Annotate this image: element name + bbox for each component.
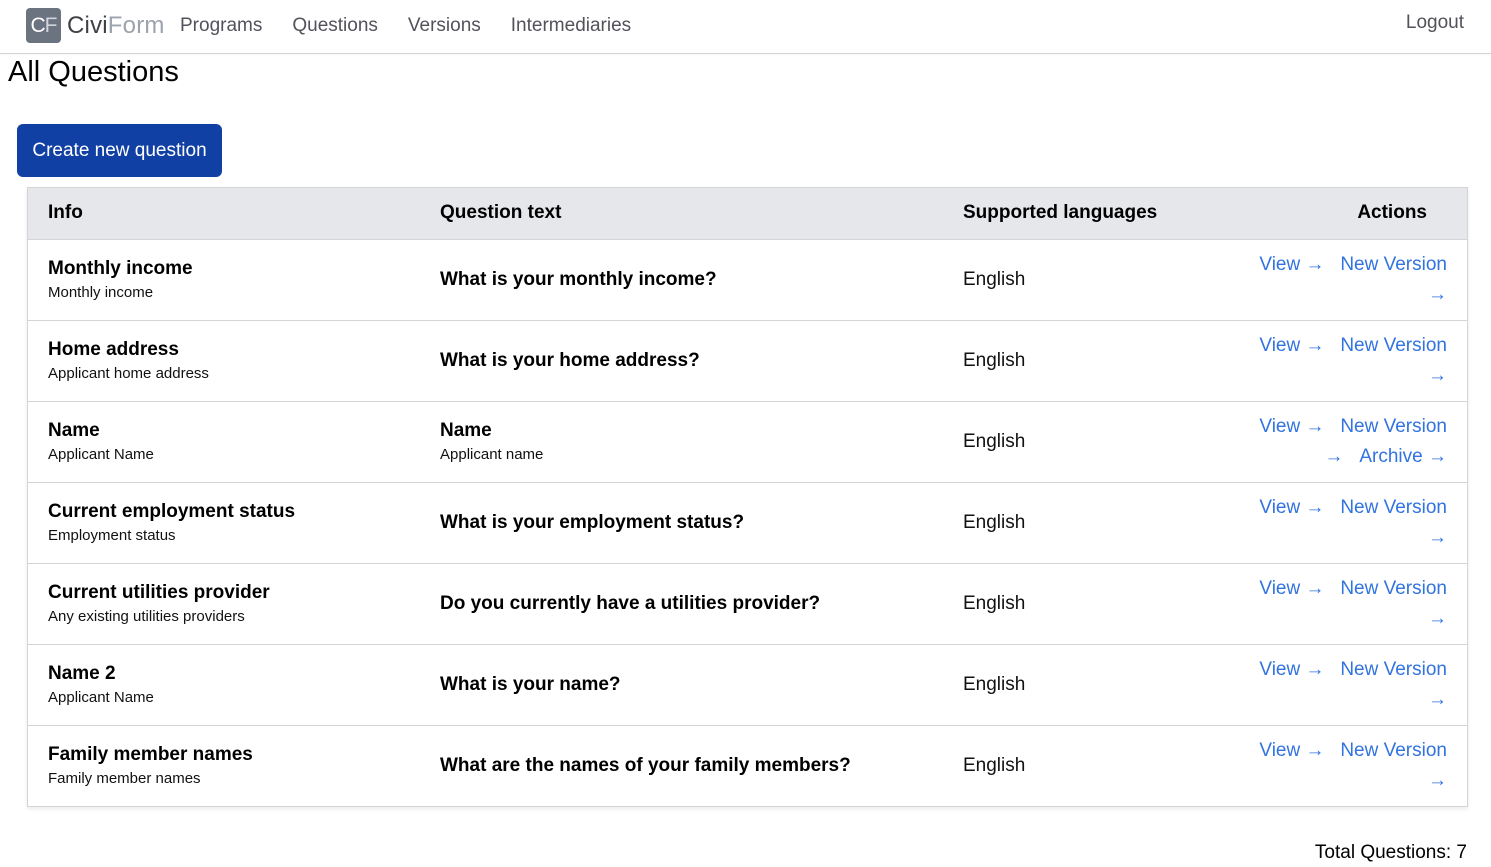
question-text-cell: What is your employment status? xyxy=(420,482,943,563)
info-cell: Current employment status Employment stat… xyxy=(28,482,420,563)
info-cell: Name Applicant Name xyxy=(28,401,420,482)
languages-cell: English xyxy=(943,401,1228,482)
table-header-row: Info Question text Supported languages A… xyxy=(28,188,1467,239)
info-cell: Monthly income Monthly income xyxy=(28,239,420,320)
question-text-cell: What are the names of your family member… xyxy=(420,725,943,806)
logo-text: CiviForm xyxy=(67,11,165,39)
question-name: Family member names xyxy=(48,744,253,766)
archive-link[interactable]: Archive → xyxy=(1359,446,1447,467)
table-row: Home address Applicant home address What i… xyxy=(28,320,1467,401)
nav-versions[interactable]: Versions xyxy=(408,15,481,37)
info-cell: Home address Applicant home address xyxy=(28,320,420,401)
table-row: Current employment status Employment stat… xyxy=(28,482,1467,563)
question-description: Employment status xyxy=(48,527,176,544)
question-text: What is your monthly income? xyxy=(440,268,717,290)
total-questions: Total Questions: 7 xyxy=(1314,842,1467,863)
question-name: Name 2 xyxy=(48,663,116,684)
actions-cell: View → New Version → xyxy=(1228,563,1467,644)
questions-table: Info Question text Supported languages A… xyxy=(27,187,1468,807)
question-text-cell: Name Applicant name xyxy=(420,401,943,482)
question-text: Do you currently have a utilities provid… xyxy=(440,592,821,614)
info-cell: Name 2 Applicant Name xyxy=(28,644,420,725)
question-text: What is your name? xyxy=(440,673,621,695)
supported-languages: English xyxy=(963,592,1026,614)
question-description: Any existing utilities providers xyxy=(48,608,245,625)
table-row: Name 2 Applicant Name What is your name? En… xyxy=(28,644,1467,725)
view-link[interactable]: View → xyxy=(1259,740,1324,761)
question-help-text: Applicant name xyxy=(440,446,544,463)
new-version-link[interactable]: New Version → xyxy=(1340,659,1447,710)
new-version-link[interactable]: New Version → xyxy=(1340,740,1447,791)
new-version-link[interactable]: New Version → xyxy=(1340,497,1447,548)
question-name: Current employment status xyxy=(48,501,296,522)
create-question-button[interactable]: Create new question xyxy=(17,124,222,177)
supported-languages: English xyxy=(963,268,1026,290)
languages-cell: English xyxy=(943,644,1228,725)
question-text-cell: Do you currently have a utilities provid… xyxy=(420,563,943,644)
table-row: Name Applicant Name Name Applicant name Engl… xyxy=(28,401,1467,482)
nav-intermediaries[interactable]: Intermediaries xyxy=(511,15,631,37)
header-actions: Actions xyxy=(1357,202,1427,224)
supported-languages: English xyxy=(963,511,1026,533)
table-row: Monthly income Monthly income What is your… xyxy=(28,239,1467,320)
header-supported-languages: Supported languages xyxy=(963,202,1158,224)
view-link[interactable]: View → xyxy=(1259,578,1324,599)
question-text-cell: What is your home address? xyxy=(420,320,943,401)
question-description: Applicant Name xyxy=(48,689,154,706)
page-title: All Questions xyxy=(8,56,179,88)
supported-languages: English xyxy=(963,349,1026,371)
question-text: Name xyxy=(440,420,492,441)
question-description: Applicant Name xyxy=(48,446,154,463)
question-name: Current utilities provider xyxy=(48,582,270,603)
actions-cell: View → New Version → xyxy=(1228,320,1467,401)
supported-languages: English xyxy=(963,673,1026,695)
question-text-cell: What is your name? xyxy=(420,644,943,725)
languages-cell: English xyxy=(943,482,1228,563)
languages-cell: English xyxy=(943,725,1228,806)
view-link[interactable]: View → xyxy=(1259,416,1324,437)
actions-cell: View → New Version → xyxy=(1228,725,1467,806)
actions-cell: View → New Version → xyxy=(1228,644,1467,725)
view-link[interactable]: View → xyxy=(1259,497,1324,518)
question-name: Home address xyxy=(48,339,179,360)
question-text: What are the names of your family member… xyxy=(440,754,851,776)
civiform-logo[interactable]: CF CiviForm xyxy=(26,8,165,43)
nav-programs[interactable]: Programs xyxy=(180,15,262,37)
supported-languages: English xyxy=(963,754,1026,776)
nav-questions[interactable]: Questions xyxy=(292,15,378,37)
languages-cell: English xyxy=(943,320,1228,401)
question-text: What is your employment status? xyxy=(440,511,745,533)
actions-cell: View → New Version → xyxy=(1228,482,1467,563)
info-cell: Current utilities provider Any existing u… xyxy=(28,563,420,644)
top-navbar: CF CiviForm Programs Questions Versions … xyxy=(0,0,1491,54)
logo-mark: CF xyxy=(26,8,61,43)
supported-languages: English xyxy=(963,430,1026,452)
question-description: Monthly income xyxy=(48,284,154,301)
question-name: Monthly income xyxy=(48,258,193,279)
question-description: Family member names xyxy=(48,770,201,788)
languages-cell: English xyxy=(943,239,1228,320)
view-link[interactable]: View → xyxy=(1259,335,1324,356)
table-row: Current utilities provider Any existing u… xyxy=(28,563,1467,644)
question-text-cell: What is your monthly income? xyxy=(420,239,943,320)
new-version-link[interactable]: New Version → xyxy=(1340,578,1447,629)
new-version-link[interactable]: New Version → xyxy=(1340,335,1447,386)
question-text: What is your home address? xyxy=(440,349,700,371)
languages-cell: English xyxy=(943,563,1228,644)
view-link[interactable]: View → xyxy=(1259,254,1324,275)
view-link[interactable]: View → xyxy=(1259,659,1324,680)
logout-link[interactable]: Logout xyxy=(1406,12,1464,34)
main-nav: Programs Questions Versions Intermediari… xyxy=(180,15,661,37)
table-row: Family member names Family member names Wh… xyxy=(28,725,1467,806)
question-name: Name xyxy=(48,420,100,441)
header-info: Info xyxy=(48,202,83,224)
actions-cell: View → New Version → Archive → xyxy=(1228,401,1467,482)
header-question-text: Question text xyxy=(440,202,562,224)
question-description: Applicant home address xyxy=(48,365,209,382)
info-cell: Family member names Family member names xyxy=(28,725,420,806)
new-version-link[interactable]: New Version → xyxy=(1340,254,1447,305)
actions-cell: View → New Version → xyxy=(1228,239,1467,320)
